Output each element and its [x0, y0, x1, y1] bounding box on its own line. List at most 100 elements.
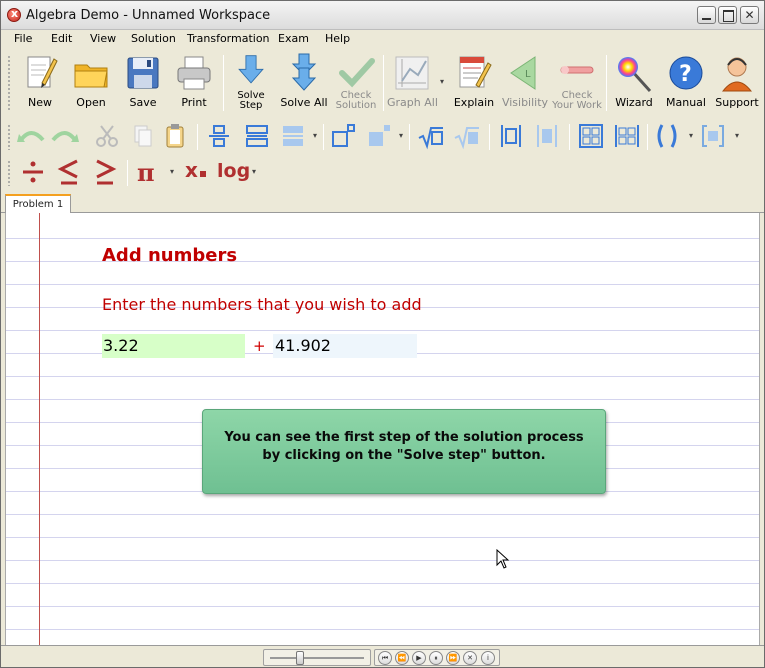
- menu-transformation[interactable]: Transformation: [187, 32, 270, 45]
- app-logo-icon[interactable]: [7, 7, 21, 22]
- playback-controls: ⏮ ⏪ ▶ ⏸ ⏩ ✕ i: [374, 649, 500, 666]
- mixed-fraction-icon[interactable]: [279, 122, 307, 150]
- toolbar-separator: [197, 124, 198, 150]
- subscript-icon[interactable]: x: [185, 158, 206, 182]
- menu-solution[interactable]: Solution: [131, 32, 176, 45]
- toolbar-separator: [383, 55, 384, 111]
- functions-dropdown-arrow[interactable]: ▾: [252, 168, 258, 176]
- tab-problem-1[interactable]: Problem 1: [5, 194, 71, 214]
- floppy-disk-icon: [127, 57, 159, 89]
- checkmark-icon: [339, 58, 375, 88]
- cut-scissors-icon[interactable]: [93, 122, 121, 150]
- toolbar-separator: [223, 55, 224, 111]
- window-title: Algebra Demo - Unnamed Workspace: [26, 8, 271, 23]
- redo-icon[interactable]: [51, 122, 79, 150]
- problem-tabs: Problem 1: [1, 192, 764, 214]
- toolbar-grip[interactable]: [7, 160, 11, 186]
- stacked-fraction-icon[interactable]: [243, 122, 271, 150]
- subscript-power-icon[interactable]: [365, 122, 393, 150]
- manual-button[interactable]: ? Manual: [662, 51, 710, 113]
- main-toolbar: New Open Save Print Solve Step Solve All…: [1, 49, 764, 117]
- determinant-icon[interactable]: [613, 122, 641, 150]
- copy-icon[interactable]: [129, 122, 157, 150]
- menu-edit[interactable]: Edit: [51, 32, 72, 45]
- solve-all-button[interactable]: Solve All: [279, 51, 329, 113]
- minimize-button[interactable]: [697, 6, 716, 24]
- toolbar-separator: [409, 124, 410, 150]
- double-down-arrow-icon: [291, 53, 317, 91]
- power-dropdown-arrow[interactable]: ▾: [399, 132, 405, 140]
- printer-icon: [177, 56, 211, 90]
- speed-slider-track[interactable]: [263, 649, 371, 666]
- less-than-or-equal-icon[interactable]: [55, 158, 83, 186]
- parentheses-dropdown-arrow[interactable]: ▾: [689, 132, 695, 140]
- fraction-icon[interactable]: [205, 122, 233, 150]
- hint-callout: You can see the first step of the soluti…: [202, 409, 606, 494]
- title-bar: Algebra Demo - Unnamed Workspace: [1, 1, 764, 30]
- down-arrow-icon: [238, 55, 264, 84]
- new-button[interactable]: New: [17, 51, 63, 113]
- info-icon[interactable]: i: [481, 651, 495, 665]
- check-solution-button[interactable]: Check Solution: [333, 51, 379, 113]
- visibility-button[interactable]: L Visibility: [500, 51, 550, 113]
- matrix-icon[interactable]: [577, 122, 605, 150]
- maximize-button[interactable]: [718, 6, 737, 24]
- divide-icon[interactable]: [19, 158, 47, 186]
- status-bar: ⏮ ⏪ ▶ ⏸ ⏩ ✕ i: [1, 645, 764, 667]
- fraction-dropdown-arrow[interactable]: ▾: [313, 132, 319, 140]
- print-button[interactable]: Print: [171, 51, 217, 113]
- absolute-value-icon[interactable]: [497, 122, 525, 150]
- brackets-dropdown-arrow[interactable]: ▾: [735, 132, 741, 140]
- wrench-icon: [560, 66, 594, 74]
- pi-icon[interactable]: π: [137, 158, 155, 187]
- menu-view[interactable]: View: [90, 32, 116, 45]
- constants-dropdown-arrow[interactable]: ▾: [170, 168, 176, 176]
- speed-slider-thumb[interactable]: [296, 651, 304, 665]
- app-window: Algebra Demo - Unnamed Workspace File Ed…: [0, 0, 765, 668]
- solve-step-button[interactable]: Solve Step: [229, 51, 273, 113]
- support-button[interactable]: Support: [712, 51, 762, 113]
- log-icon[interactable]: log: [217, 160, 250, 182]
- menu-file[interactable]: File: [14, 32, 32, 45]
- graph-icon: [395, 56, 429, 90]
- nth-root-icon[interactable]: [453, 122, 481, 150]
- greater-than-or-equal-icon[interactable]: [91, 158, 119, 186]
- menu-exam[interactable]: Exam: [278, 32, 309, 45]
- toolbar-grip[interactable]: [7, 55, 11, 111]
- parentheses-icon[interactable]: [653, 122, 681, 150]
- toolbar-separator: [569, 124, 570, 150]
- workspace-page[interactable]: Add numbers Enter the numbers that you w…: [5, 213, 760, 645]
- plus-operator: +: [253, 337, 266, 355]
- wizard-button[interactable]: Wizard: [610, 51, 658, 113]
- close-button[interactable]: [740, 6, 759, 24]
- solve-step-label: Solve Step: [237, 90, 265, 111]
- power-icon[interactable]: [329, 122, 357, 150]
- first-step-icon[interactable]: ⏮: [378, 651, 392, 665]
- magic-wand-icon: [618, 57, 652, 93]
- toolbar-grip[interactable]: [7, 124, 11, 150]
- brackets-icon[interactable]: [699, 122, 727, 150]
- undo-icon[interactable]: [17, 122, 45, 150]
- toolbar-separator: [606, 55, 607, 111]
- check-your-work-button[interactable]: Check Your Work: [552, 51, 602, 113]
- explain-button[interactable]: Explain: [450, 51, 498, 113]
- graph-all-button[interactable]: Graph All: [387, 51, 438, 113]
- paste-clipboard-icon[interactable]: [161, 122, 189, 150]
- hint-line-2: by clicking on the "Solve step" button.: [262, 448, 546, 463]
- play-icon[interactable]: ▶: [412, 651, 426, 665]
- next-step-icon[interactable]: ⏩: [446, 651, 460, 665]
- support-agent-icon: [721, 57, 753, 92]
- graph-all-dropdown-arrow[interactable]: ▾: [440, 78, 446, 86]
- previous-step-icon[interactable]: ⏪: [395, 651, 409, 665]
- stop-icon[interactable]: ✕: [463, 651, 477, 665]
- open-button[interactable]: Open: [68, 51, 114, 113]
- operand-2-field[interactable]: 41.902: [273, 334, 417, 358]
- problem-instruction: Enter the numbers that you wish to add: [102, 295, 422, 314]
- operand-1-field[interactable]: 3.22: [102, 334, 245, 358]
- norm-icon[interactable]: [533, 122, 561, 150]
- pause-icon[interactable]: ⏸: [429, 651, 443, 665]
- menu-help[interactable]: Help: [325, 32, 350, 45]
- check-solution-label: Check Solution: [335, 90, 377, 111]
- square-root-icon[interactable]: [417, 122, 445, 150]
- save-button[interactable]: Save: [120, 51, 166, 113]
